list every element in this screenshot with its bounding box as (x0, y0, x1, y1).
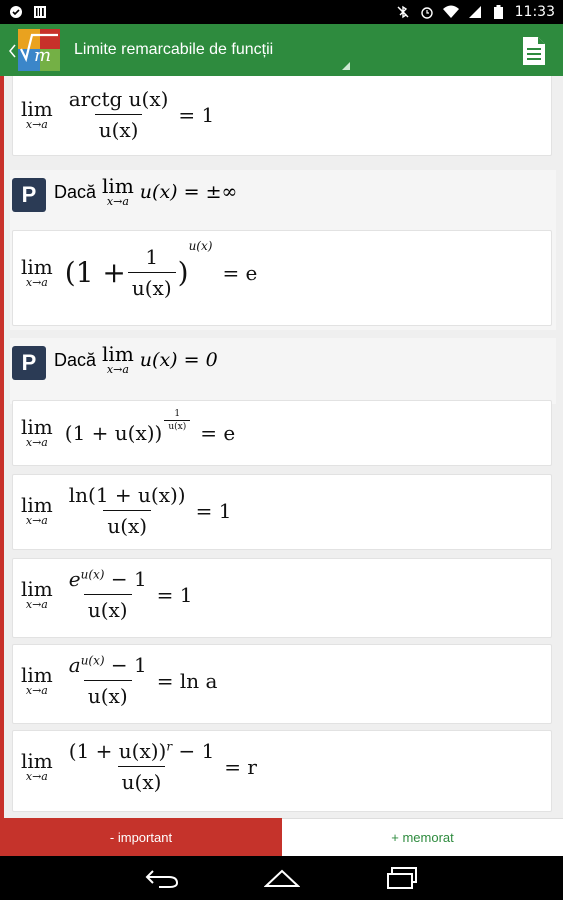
app-logo[interactable]: m (8, 27, 66, 73)
battery-icon (491, 5, 507, 19)
status-time: 11:33 (514, 4, 555, 20)
signal-icon (467, 5, 483, 19)
property-group-zero: P Dacă lim x→a u(x) = 0 (10, 338, 556, 404)
bottom-action-bar: - important + memorat (0, 818, 563, 856)
formula-r: lim x→a (1 + u(x))r − 1 u(x) = r (21, 739, 257, 794)
svg-text:m: m (34, 45, 51, 66)
recent-apps-icon[interactable] (382, 863, 422, 893)
formula-card-e-zero: lim x→a (1 + u(x)) 1 u(x) = e (12, 400, 552, 466)
memorat-button[interactable]: + memorat (282, 818, 563, 856)
back-arrow-icon[interactable] (8, 41, 16, 61)
formula-card-exp: lim x→a eu(x) − 1 u(x) = 1 (12, 558, 552, 638)
check-circle-icon (8, 5, 24, 19)
barcode-icon (32, 5, 48, 19)
formula-list[interactable]: lim x→a arctg u(x) u(x) = 1 P Dacă lim x→a … (0, 76, 563, 818)
formula-card-ln: lim x→a ln(1 + u(x)) u(x) = 1 (12, 474, 552, 550)
formula-card-e-infinity: lim x→a (1 + 1 u(x) ) u(x) = e (12, 230, 552, 326)
system-navigation-bar (0, 856, 563, 900)
action-bar: m Limite remarcabile de funcții (0, 24, 563, 76)
page-title: Limite remarcabile de funcții (74, 41, 274, 58)
formula-exp: lim x→a eu(x) − 1 u(x) = 1 (21, 567, 193, 622)
important-marker-line (0, 76, 4, 818)
formula-arctg: lim x→a arctg u(x) u(x) = 1 (21, 87, 215, 142)
property-condition: Dacă lim x→a u(x) = ±∞ (54, 174, 238, 208)
important-button[interactable]: - important (0, 818, 282, 856)
formula-a: lim x→a au(x) − 1 u(x) = ln a (21, 653, 218, 708)
formula-card-arctg: lim x→a arctg u(x) u(x) = 1 (12, 76, 552, 156)
property-badge: P (12, 346, 46, 380)
alarm-icon (419, 5, 435, 19)
bluetooth-off-icon (395, 5, 411, 19)
formula-card-a: lim x→a au(x) − 1 u(x) = ln a (12, 644, 552, 724)
property-badge: P (12, 178, 46, 212)
formula-e-infinity: lim x→a (1 + 1 u(x) ) u(x) = e (21, 239, 258, 300)
home-icon[interactable] (262, 863, 302, 893)
formula-ln: lim x→a ln(1 + u(x)) u(x) = 1 (21, 483, 232, 538)
formula-card-r: lim x→a (1 + u(x))r − 1 u(x) = r (12, 730, 552, 812)
wifi-icon (442, 5, 459, 19)
property-condition: Dacă lim x→a u(x) = 0 (54, 342, 218, 376)
back-icon[interactable] (142, 863, 182, 893)
document-icon[interactable] (521, 36, 547, 66)
status-bar: 11:33 (0, 0, 563, 24)
formula-e-zero: lim x→a (1 + u(x)) 1 u(x) = e (21, 409, 236, 449)
spinner-indicator[interactable] (342, 62, 350, 70)
